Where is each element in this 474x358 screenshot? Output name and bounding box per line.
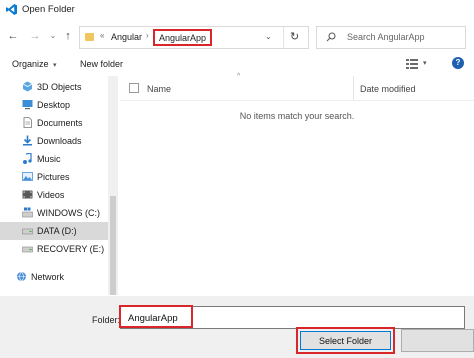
documents-icon xyxy=(23,117,32,128)
view-dropdown-icon[interactable]: ▾ xyxy=(423,59,427,67)
forward-arrow-icon[interactable]: → xyxy=(28,29,42,43)
organize-label: Organize xyxy=(12,59,49,69)
folder-field-highlight xyxy=(119,305,193,328)
vscode-icon xyxy=(6,4,17,15)
column-divider[interactable] xyxy=(353,76,354,101)
select-folder-button[interactable]: Select Folder xyxy=(300,331,391,350)
organize-button[interactable]: Organize ▾ xyxy=(12,59,57,69)
new-folder-button[interactable]: New folder xyxy=(80,59,123,69)
pictures-icon xyxy=(22,172,33,181)
search-icon xyxy=(326,32,336,42)
breadcrumb-angularapp[interactable]: AngularApp xyxy=(153,29,213,46)
music-icon xyxy=(23,153,32,164)
network-icon xyxy=(17,271,26,282)
folder-icon xyxy=(85,33,94,41)
address-divider xyxy=(283,27,284,48)
sidebar-item-label: Pictures xyxy=(37,172,70,182)
navigation-bar: ← → ⌄ ↑ « Angular › AngularApp ⌄ ↻ Searc… xyxy=(0,23,474,51)
window-title: Open Folder xyxy=(22,4,75,15)
sidebar-item-music[interactable]: Music xyxy=(0,150,108,168)
select-folder-highlight: Select Folder xyxy=(296,327,395,354)
sidebar-item-label: Documents xyxy=(37,118,83,128)
sidebar-item-data-d[interactable]: DATA (D:) xyxy=(0,222,108,240)
up-arrow-icon[interactable]: ↑ xyxy=(61,29,75,43)
organize-dropdown-icon: ▾ xyxy=(53,62,57,69)
sidebar-item-label: Music xyxy=(37,154,61,164)
sidebar-item-videos[interactable]: Videos xyxy=(0,186,108,204)
sidebar-item-label: Downloads xyxy=(37,136,82,146)
column-header-date-modified[interactable]: Date modified xyxy=(360,84,416,94)
sidebar-item-label: RECOVERY (E:) xyxy=(37,244,105,254)
dialog-footer: Folder: AngularApp Select Folder xyxy=(0,296,474,358)
address-bar[interactable]: « Angular › AngularApp ⌄ ↻ xyxy=(79,26,309,49)
cancel-button[interactable] xyxy=(401,329,474,352)
column-header-row: ^ Name Date modified xyxy=(120,73,474,101)
sidebar-item-desktop[interactable]: Desktop xyxy=(0,96,108,114)
3d-objects-icon xyxy=(22,81,33,92)
drive-c-icon xyxy=(22,207,33,218)
title-bar: Open Folder xyxy=(0,0,474,20)
sidebar-item-pictures[interactable]: Pictures xyxy=(0,168,108,186)
sidebar-item-recovery-e[interactable]: RECOVERY (E:) xyxy=(0,240,108,258)
breadcrumb-angular[interactable]: Angular xyxy=(111,32,142,42)
search-placeholder: Search AngularApp xyxy=(347,32,425,42)
recent-locations-chevron-icon[interactable]: ⌄ xyxy=(46,29,60,43)
sidebar-item-label: 3D Objects xyxy=(37,82,82,92)
desktop-icon xyxy=(22,100,33,110)
search-box[interactable]: Search AngularApp xyxy=(316,26,466,49)
sidebar-item-network[interactable]: Network xyxy=(0,268,102,286)
view-options-icon[interactable] xyxy=(406,58,420,69)
drive-d-icon xyxy=(22,228,33,235)
sidebar-item-label: WINDOWS (C:) xyxy=(37,208,100,218)
sidebar-item-label: Network xyxy=(31,272,65,282)
sidebar-item-label: Videos xyxy=(37,190,65,200)
sort-indicator-icon: ^ xyxy=(237,73,241,80)
folder-label: Folder: xyxy=(92,315,121,325)
sidebar-item-downloads[interactable]: Downloads xyxy=(0,132,108,150)
sidebar-item-windows-c[interactable]: WINDOWS (C:) xyxy=(0,204,108,222)
empty-message: No items match your search. xyxy=(239,111,355,121)
address-dropdown-icon[interactable]: ⌄ xyxy=(265,32,272,41)
back-arrow-icon[interactable]: ← xyxy=(6,29,20,43)
sidebar-item-label: Desktop xyxy=(37,100,71,110)
help-icon[interactable]: ? xyxy=(452,57,464,69)
navigation-pane: 3D Objects Desktop Documents Downloads M… xyxy=(0,76,118,295)
command-toolbar: Organize ▾ New folder ▾ ? xyxy=(0,54,474,74)
sidebar-item-label: DATA (D:) xyxy=(37,226,77,236)
sidebar-item-3d-objects[interactable]: 3D Objects xyxy=(0,78,108,96)
downloads-icon xyxy=(23,135,32,146)
overflow-chevron-icon[interactable]: « xyxy=(100,31,104,40)
refresh-icon[interactable]: ↻ xyxy=(290,30,299,43)
column-header-name[interactable]: Name xyxy=(147,84,171,94)
drive-e-icon xyxy=(22,246,33,253)
videos-icon xyxy=(22,190,33,199)
select-all-checkbox[interactable] xyxy=(129,83,139,93)
sidebar-scrollbar-thumb[interactable] xyxy=(110,196,116,295)
sidebar-item-documents[interactable]: Documents xyxy=(0,114,108,132)
breadcrumb-separator-icon[interactable]: › xyxy=(146,31,149,40)
file-list-pane: ^ Name Date modified No items match your… xyxy=(120,73,474,295)
